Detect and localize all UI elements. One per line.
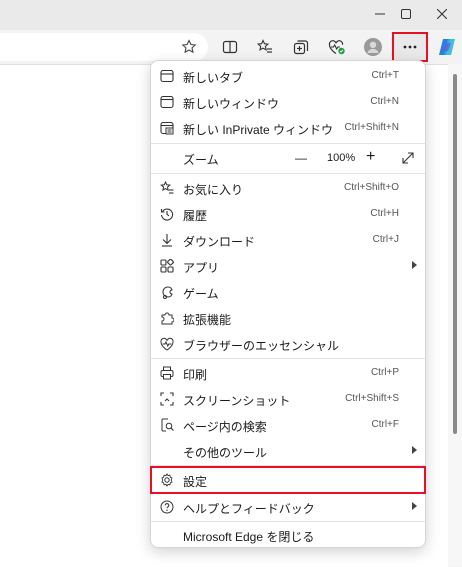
- collections-icon[interactable]: [288, 34, 314, 60]
- menu-item-history[interactable]: 履歴 Ctrl+H: [151, 201, 425, 227]
- new-tab-icon: [159, 68, 175, 84]
- menu-separator: [151, 173, 425, 174]
- find-on-page-icon: [159, 417, 175, 433]
- menu-item-shortcut: Ctrl+F: [371, 419, 400, 430]
- menu-item-label: 履歴: [183, 209, 208, 223]
- menu-item-games[interactable]: ゲーム: [151, 279, 425, 305]
- menu-item-shortcut: Ctrl+T: [371, 70, 400, 81]
- favorites-icon: [159, 180, 175, 196]
- menu-item-new-inprivate[interactable]: 新しい InPrivate ウィンドウ Ctrl+Shift+N: [151, 115, 425, 141]
- download-icon: [159, 232, 175, 248]
- chevron-right-icon: [412, 446, 417, 454]
- new-window-icon: [159, 94, 175, 110]
- menu-item-zoom: ズーム — 100% +: [151, 145, 425, 171]
- menu-item-screenshot[interactable]: スクリーンショット Ctrl+Shift+S: [151, 386, 425, 412]
- settings-and-more-menu: 新しいタブ Ctrl+T 新しいウィンドウ Ctrl+N 新しい InPriva…: [150, 60, 426, 548]
- history-icon: [159, 206, 175, 222]
- menu-item-label: ゲーム: [183, 287, 219, 301]
- menu-item-shortcut: Ctrl+J: [372, 234, 399, 245]
- menu-item-browser-essentials[interactable]: ブラウザーのエッセンシャル: [151, 331, 425, 357]
- profile-avatar[interactable]: [360, 34, 386, 60]
- menu-item-label: ブラウザーのエッセンシャル: [183, 339, 340, 353]
- menu-item-shortcut: Ctrl+P: [370, 367, 399, 378]
- zoom-value: 100%: [327, 152, 356, 164]
- star-icon[interactable]: [176, 34, 202, 60]
- browser-essentials-icon[interactable]: [324, 34, 350, 60]
- menu-item-find-on-page[interactable]: ページ内の検索 Ctrl+F: [151, 412, 425, 438]
- menu-item-more-tools[interactable]: その他のツール: [151, 438, 425, 464]
- menu-item-label: ダウンロード: [183, 235, 256, 249]
- menu-item-label: 設定: [183, 475, 208, 489]
- menu-item-label: お気に入り: [183, 183, 244, 197]
- menu-item-label: 拡張機能: [183, 313, 232, 327]
- zoom-out-button[interactable]: —: [295, 151, 307, 165]
- menu-item-favorites[interactable]: お気に入り Ctrl+Shift+O: [151, 175, 425, 201]
- zoom-in-button[interactable]: +: [366, 148, 375, 166]
- menu-item-label: その他のツール: [183, 446, 268, 460]
- menu-item-label: 新しいタブ: [183, 71, 244, 85]
- apps-icon: [159, 258, 175, 274]
- scrollbar[interactable]: [448, 64, 462, 566]
- menu-item-shortcut: Ctrl+H: [370, 208, 399, 219]
- menu-item-shortcut: Ctrl+Shift+N: [344, 122, 399, 133]
- menu-item-shortcut: Ctrl+Shift+S: [345, 393, 399, 404]
- menu-item-settings[interactable]: 設定: [150, 466, 426, 494]
- menu-item-label: ヘルプとフィードバック: [183, 502, 315, 516]
- menu-item-shortcut: Ctrl+N: [370, 96, 399, 107]
- copilot-icon[interactable]: [434, 34, 460, 60]
- more-icon[interactable]: [392, 32, 428, 62]
- menu-item-label: 新しい InPrivate ウィンドウ: [183, 123, 334, 137]
- menu-item-label: 新しいウィンドウ: [183, 97, 280, 111]
- menu-item-new-tab[interactable]: 新しいタブ Ctrl+T: [151, 63, 425, 89]
- chevron-right-icon: [412, 261, 417, 269]
- zoom-label: ズーム: [183, 153, 219, 167]
- menu-item-label: ページ内の検索: [183, 420, 267, 434]
- menu-item-label: スクリーンショット: [183, 394, 291, 408]
- screenshot-icon: [159, 391, 175, 407]
- menu-item-downloads[interactable]: ダウンロード Ctrl+J: [151, 227, 425, 253]
- menu-item-new-window[interactable]: 新しいウィンドウ Ctrl+N: [151, 89, 425, 115]
- menu-item-close-edge[interactable]: Microsoft Edge を閉じる: [151, 522, 425, 548]
- menu-item-shortcut: Ctrl+Shift+O: [343, 182, 399, 193]
- inprivate-window-icon: [159, 120, 175, 136]
- gear-icon: [159, 472, 175, 488]
- scrollbar-thumb[interactable]: [453, 74, 457, 434]
- menu-item-label: アプリ: [183, 261, 220, 275]
- close-icon[interactable]: [425, 0, 459, 28]
- menu-item-label: Microsoft Edge を閉じる: [183, 530, 315, 544]
- menu-separator: [151, 143, 425, 144]
- extensions-icon: [159, 310, 175, 326]
- games-icon: [159, 284, 175, 300]
- menu-item-extensions[interactable]: 拡張機能: [151, 305, 425, 331]
- split-screen-icon[interactable]: [217, 34, 243, 60]
- chevron-right-icon: [412, 502, 417, 510]
- help-icon: [159, 499, 175, 515]
- print-icon: [159, 365, 175, 381]
- menu-separator: [151, 358, 425, 359]
- heart-pulse-icon: [159, 336, 175, 352]
- maximize-icon[interactable]: [389, 0, 423, 28]
- favorites-icon[interactable]: [252, 34, 278, 60]
- menu-item-apps[interactable]: アプリ: [151, 253, 425, 279]
- menu-item-print[interactable]: 印刷 Ctrl+P: [151, 360, 425, 386]
- menu-item-help-feedback[interactable]: ヘルプとフィードバック: [151, 494, 425, 520]
- menu-item-label: 印刷: [183, 368, 208, 382]
- fullscreen-icon[interactable]: [402, 152, 414, 164]
- title-bar: [0, 0, 462, 30]
